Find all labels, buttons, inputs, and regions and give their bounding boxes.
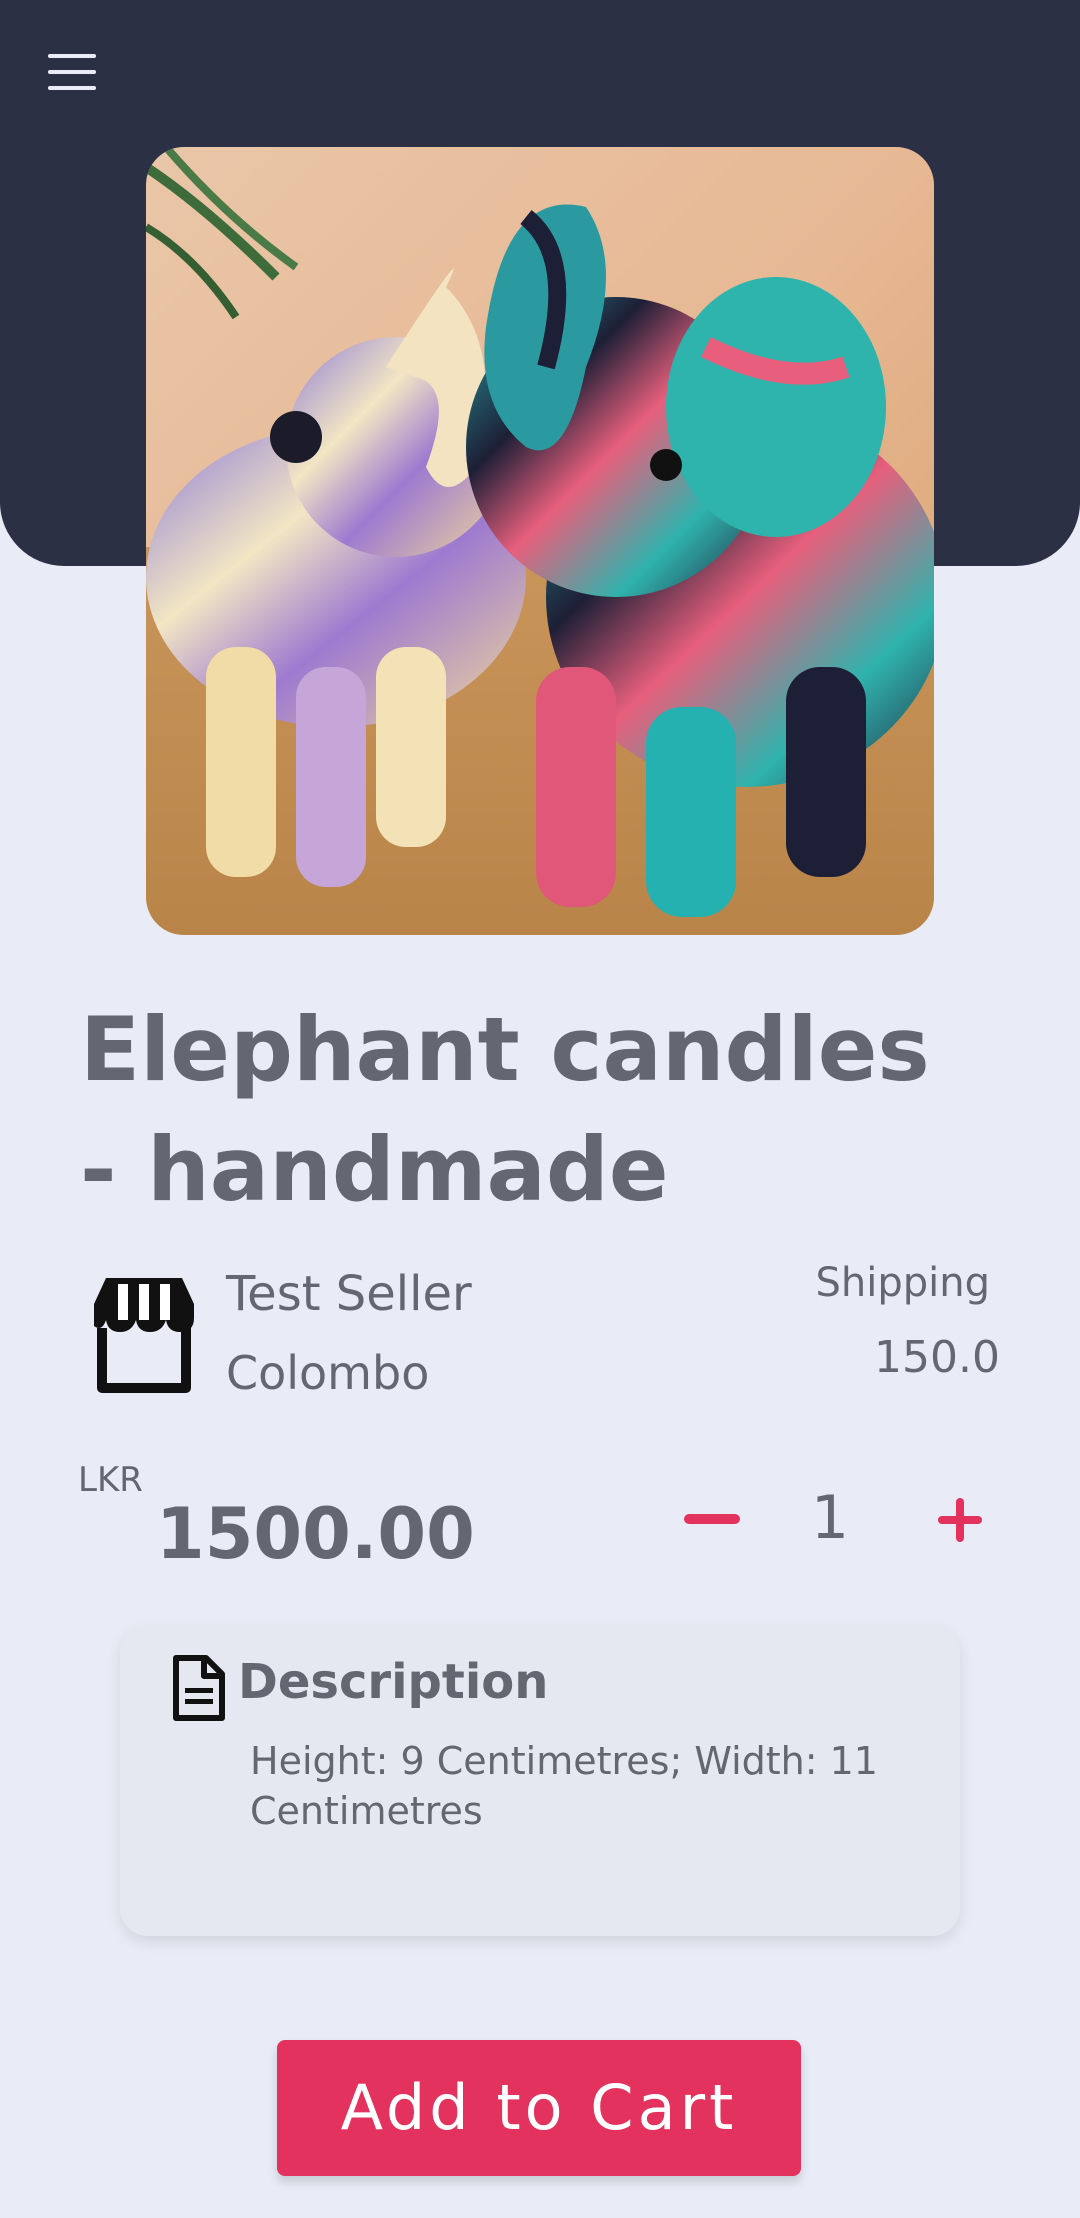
store-icon — [88, 1270, 200, 1396]
document-icon — [170, 1654, 226, 1722]
description-title: Description — [238, 1654, 549, 1710]
shipping-label: Shipping — [815, 1260, 991, 1306]
plus-icon[interactable] — [936, 1494, 990, 1548]
hamburger-menu-icon[interactable] — [44, 50, 102, 94]
quantity-value: 1 — [810, 1483, 850, 1553]
product-title: Elephant candles - handmade — [80, 998, 930, 1221]
price-currency: LKR — [78, 1460, 143, 1500]
product-image — [146, 147, 934, 935]
price-amount: 1500.00 — [156, 1493, 475, 1575]
seller-name[interactable]: Test Seller — [226, 1262, 472, 1326]
minus-icon[interactable] — [680, 1506, 746, 1532]
add-to-cart-button[interactable]: Add to Cart — [277, 2040, 801, 2176]
description-card: Description Height: 9 Centimetres; Width… — [120, 1624, 960, 1936]
seller-city: Colombo — [226, 1346, 430, 1400]
shipping-value: 150.0 — [874, 1332, 1000, 1383]
description-text: Height: 9 Centimetres; Width: 11 Centime… — [250, 1739, 878, 1833]
